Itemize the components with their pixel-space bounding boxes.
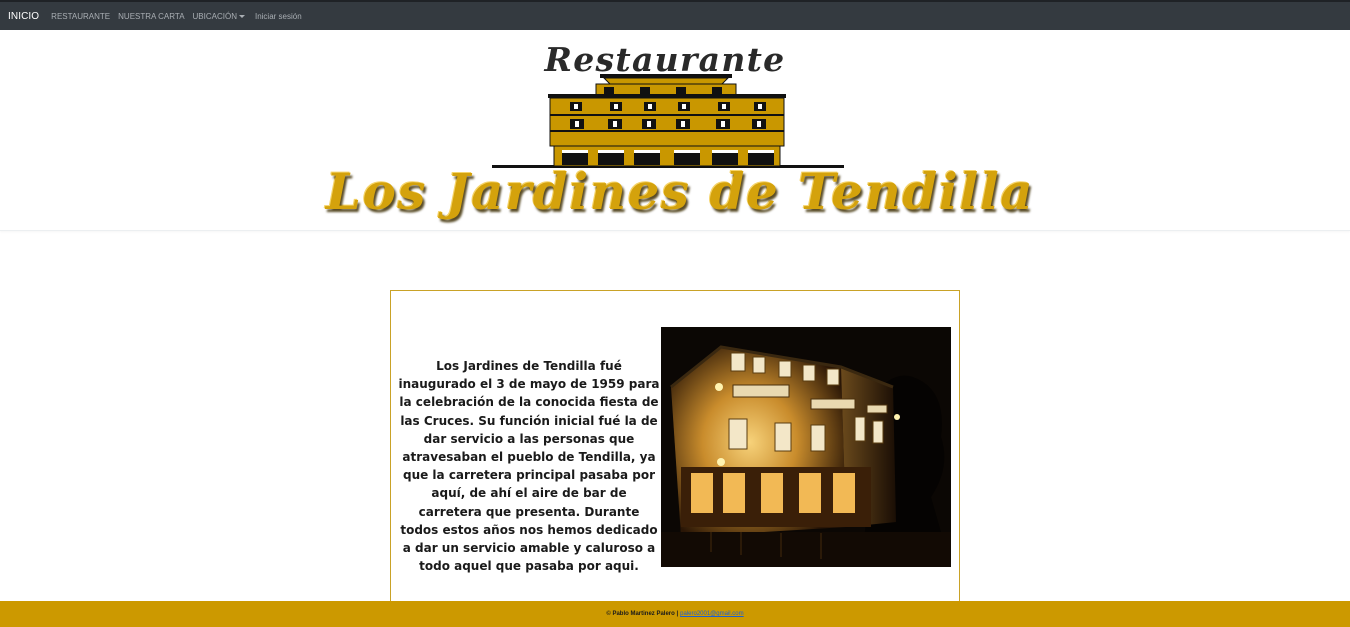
nav-login-link[interactable]: Iniciar sesión (255, 12, 302, 21)
about-description: Los Jardines de Tendilla fué inaugurado … (398, 359, 660, 574)
restaurant-night-photo (661, 327, 951, 567)
about-section: Los Jardines de Tendilla fué inaugurado … (390, 290, 960, 606)
footer-email-link[interactable]: palero2001@gmail.com (680, 611, 743, 617)
nav-carta-link[interactable]: NUESTRA CARTA (118, 12, 184, 21)
footer-bar: © Pablo Martinez Palero | palero2001@gma… (0, 601, 1350, 627)
nav-home-link[interactable]: INICIO (8, 11, 39, 22)
caret-down-icon (238, 14, 245, 18)
footer-copyright: © Pablo Martinez Palero | (606, 611, 679, 617)
nav-restaurante-link[interactable]: RESTAURANTE (51, 12, 110, 21)
header-banner: Restaurante Los Jardines de Tendilla (0, 30, 1350, 231)
building-logo-icon (492, 74, 844, 168)
nav-ubicacion-label: UBICACIÓN (192, 11, 237, 21)
top-navbar: INICIO RESTAURANTE NUESTRA CARTA UBICACI… (0, 0, 1350, 30)
nav-ubicacion-dropdown[interactable]: UBICACIÓN (193, 12, 245, 21)
logo-bottom-text: Los Jardines de Tendilla (325, 162, 1035, 221)
